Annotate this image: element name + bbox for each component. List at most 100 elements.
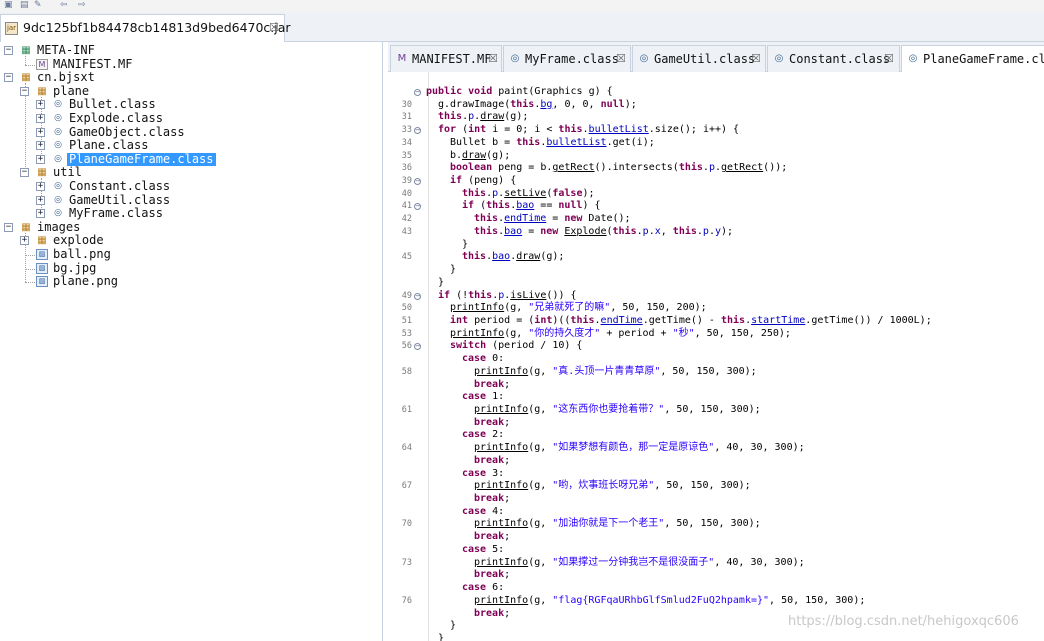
tab-gameutil[interactable]: ◎ GameUtil.class ☒ [632,45,766,72]
tab-close-icon[interactable]: ☒ [884,52,894,65]
expand-icon[interactable]: + [20,236,29,246]
tab-close-icon[interactable]: ☒ [751,52,761,65]
code-line: 76 printInfo(g, "flag{RGFqaURhbGlfSmlud2F… [388,595,1044,608]
line-number: 45 [401,252,412,263]
tab-label: Constant.class [789,52,891,66]
package-icon: ▦ [37,167,47,179]
expand-icon[interactable]: + [36,154,45,164]
line-number: 70 [401,519,412,530]
fold-toggle-icon[interactable]: − [414,343,421,351]
fold-toggle-icon[interactable]: − [414,203,421,211]
class-file-icon: ◎ [54,99,62,110]
tree-item[interactable]: ▨ plane.png [0,275,380,289]
tree-item[interactable]: − ▦ cn.bjsxt [0,71,380,85]
expand-icon[interactable]: + [36,209,45,219]
tab-manifest[interactable]: M MANIFEST.MF ☒ [390,45,502,72]
code-text: this.bao = new Explode(this.p.x, this.p.… [474,225,734,237]
tree-item[interactable]: + ◎ Bullet.class [0,98,380,112]
collapse-icon[interactable]: − [4,73,13,83]
tree-item-label: explode [53,233,104,248]
jar-file-tab[interactable]: jar 9dc125bf1b84478cb14813d9bed6470c.jar… [0,14,291,42]
line-number: 41 [401,201,412,212]
code-text: } [462,238,469,250]
code-text: this.p.draw(g); [438,111,529,123]
toolbar-build-icon[interactable]: ✎ [34,0,42,10]
tree-item[interactable]: + ◎ PlaneGameFrame.class [0,151,380,167]
tree-item[interactable]: − ▦ plane [0,84,380,99]
tree-item[interactable]: − ▦ util [0,166,380,180]
collapse-icon[interactable]: − [20,168,29,178]
code-line: 30 g.drawImage(this.bg, 0, 0, null); [388,99,1044,112]
expand-icon[interactable]: + [36,100,45,110]
line-number: 30 [401,99,412,110]
line-number: 31 [401,112,412,123]
tree-item[interactable]: + ▦ explode [0,234,380,248]
code-line: 50 printInfo(g, "兄弟就死了的嘛", 50, 150, 200); [388,302,1044,315]
expand-icon[interactable]: + [36,182,45,191]
toolbar-open-icon[interactable]: ▤ [20,0,29,10]
line-number: 35 [401,150,412,161]
code-line: case 6: [388,582,1044,595]
tab-label: GameUtil.class [654,52,756,66]
image-file-icon: ▨ [36,249,48,260]
tree-item[interactable]: + ◎ GameObject.class [0,125,380,140]
expand-icon[interactable]: + [36,195,45,205]
tree-item[interactable]: + ◎ Constant.class [0,179,380,194]
jar-file-icon: jar [5,22,18,35]
collapse-icon[interactable]: − [4,222,13,232]
tab-close-icon[interactable]: ☒ [488,52,498,65]
jar-tab-bar: jar 9dc125bf1b84478cb14813d9bed6470c.jar… [0,12,1044,42]
tree-item[interactable]: M MANIFEST.MF [0,57,380,72]
code-line: 53 printInfo(g, "你的持久度才" + period + "秒", … [388,328,1044,341]
line-number: 42 [401,214,412,225]
code-editor[interactable]: − public void paint(Graphics g) {30 g.draw… [388,72,1044,641]
manifest-icon: M [397,53,407,64]
code-text: } [438,632,445,641]
tree-item[interactable]: ▨ ball.png [0,247,380,262]
tab-myframe[interactable]: ◎ MyFrame.class ☒ [503,45,631,72]
line-number: 43 [401,226,412,237]
forward-arrow-icon[interactable]: ⇨ [78,0,86,10]
expand-icon[interactable]: + [36,127,45,137]
line-number: 73 [401,557,412,568]
code-text: } [450,620,457,632]
code-text: printInfo(g, "你的持久度才" + period + "秒", 50… [450,327,791,339]
tab-constant[interactable]: ◎ Constant.class ☒ [767,45,900,72]
expand-icon[interactable]: + [36,141,45,151]
code-line: case 1: [388,391,1044,404]
code-line: } [388,264,1044,277]
jar-tab-close-icon[interactable]: ☒ [269,21,279,34]
tree-item[interactable]: + ◎ MyFrame.class [0,207,380,221]
code-text: if (this.bao == null) { [462,200,601,212]
tab-planegameframe[interactable]: ◎ PlaneGameFrame.cla [901,45,1044,72]
collapse-icon[interactable]: − [20,86,29,96]
code-line: 33− for (int i = 0; i < this.bulletList.s… [388,124,1044,137]
code-text: boolean peng = b.getRect().intersects(th… [450,162,788,174]
collapse-icon[interactable]: − [4,46,13,55]
code-text: case 4: [462,505,505,517]
fold-toggle-icon[interactable]: − [414,127,421,135]
jar-file-tab-label: 9dc125bf1b84478cb14813d9bed6470c.jar [23,20,291,35]
code-text: printInfo(g, "如果撑过一分钟我岂不是很没面子", 40, 30, … [474,556,805,568]
expand-icon[interactable]: + [36,114,45,123]
tree-item-label: PlaneGameFrame.class [67,151,216,167]
toolbar-save-icon[interactable]: ▣ [4,0,13,10]
tab-close-icon[interactable]: ☒ [616,52,626,65]
tree-item[interactable]: ▨ bg.jpg [0,261,380,276]
tree-item[interactable]: − ▦ images [0,220,380,235]
tree-item[interactable]: + ◎ Explode.class [0,111,380,126]
code-line: } [388,633,1044,641]
line-number: 36 [401,163,412,174]
fold-toggle-icon[interactable]: − [414,89,421,96]
tab-label: PlaneGameFrame.cla [923,52,1044,66]
tree-item[interactable]: + ◎ Plane.class [0,139,380,153]
line-number: 58 [401,366,412,377]
fold-toggle-icon[interactable]: − [414,292,421,300]
tree-item[interactable]: + ◎ GameUtil.class [0,193,380,208]
fold-toggle-icon[interactable]: − [414,178,421,186]
back-arrow-icon[interactable]: ⇦ [60,0,68,10]
code-text: int period = (int)((this.endTime.getTime… [450,314,932,326]
code-text: case 3: [462,467,505,479]
code-line: case 3: [388,468,1044,481]
tree-item[interactable]: − ▦ META-INF [0,43,380,58]
